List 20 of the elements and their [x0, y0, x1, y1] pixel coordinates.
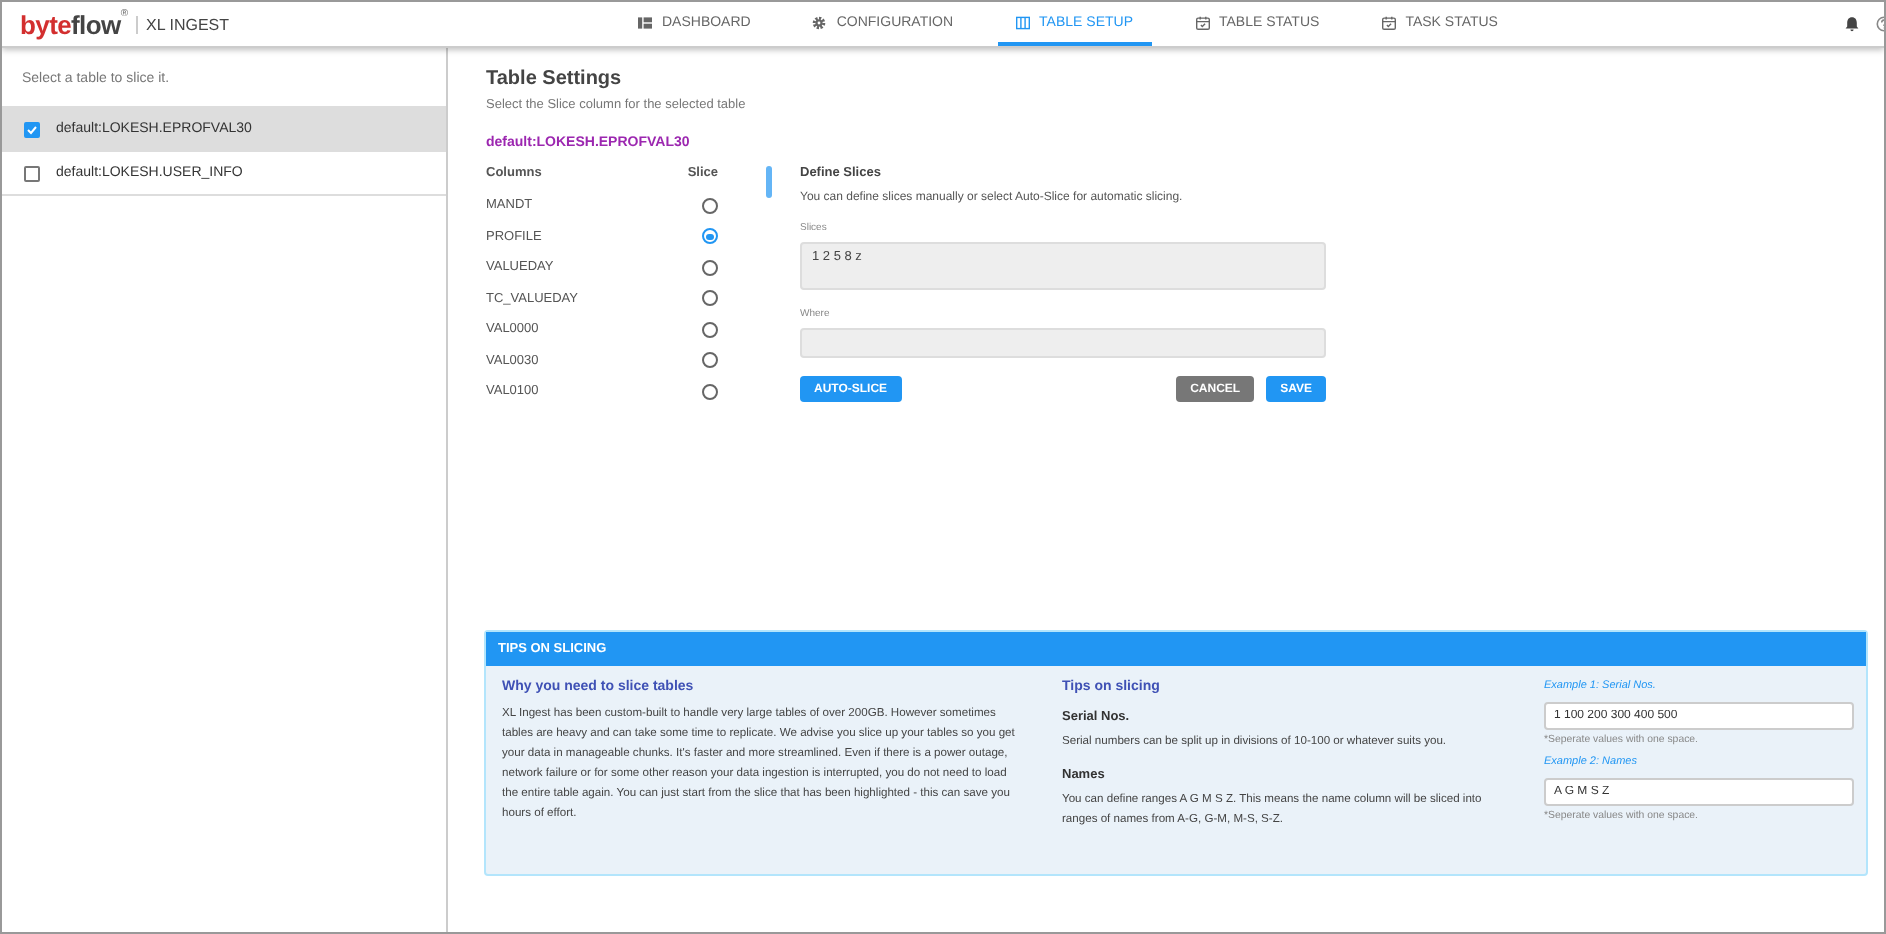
scrollbar-thumb[interactable] [766, 166, 772, 198]
product-name: XL INGEST [136, 15, 230, 33]
radio-button[interactable] [702, 197, 718, 214]
table-icon [1015, 15, 1030, 29]
calendar-icon [1195, 15, 1209, 29]
section-title: Table Settings [486, 68, 624, 90]
radio-button[interactable] [702, 321, 718, 338]
radio-button[interactable] [702, 259, 718, 276]
dashboard-icon [638, 15, 652, 29]
where-field[interactable] [800, 328, 1326, 358]
radio-button[interactable] [702, 228, 718, 245]
radio-button[interactable] [702, 352, 718, 369]
radio-button[interactable] [702, 383, 718, 400]
checkbox[interactable] [24, 165, 40, 181]
calendar-icon [1381, 15, 1396, 29]
logo: byteflow [20, 9, 121, 39]
radio-button[interactable] [702, 290, 718, 307]
checkbox[interactable] [24, 121, 40, 137]
gear-icon [812, 15, 827, 29]
bell-icon[interactable] [1844, 16, 1860, 32]
